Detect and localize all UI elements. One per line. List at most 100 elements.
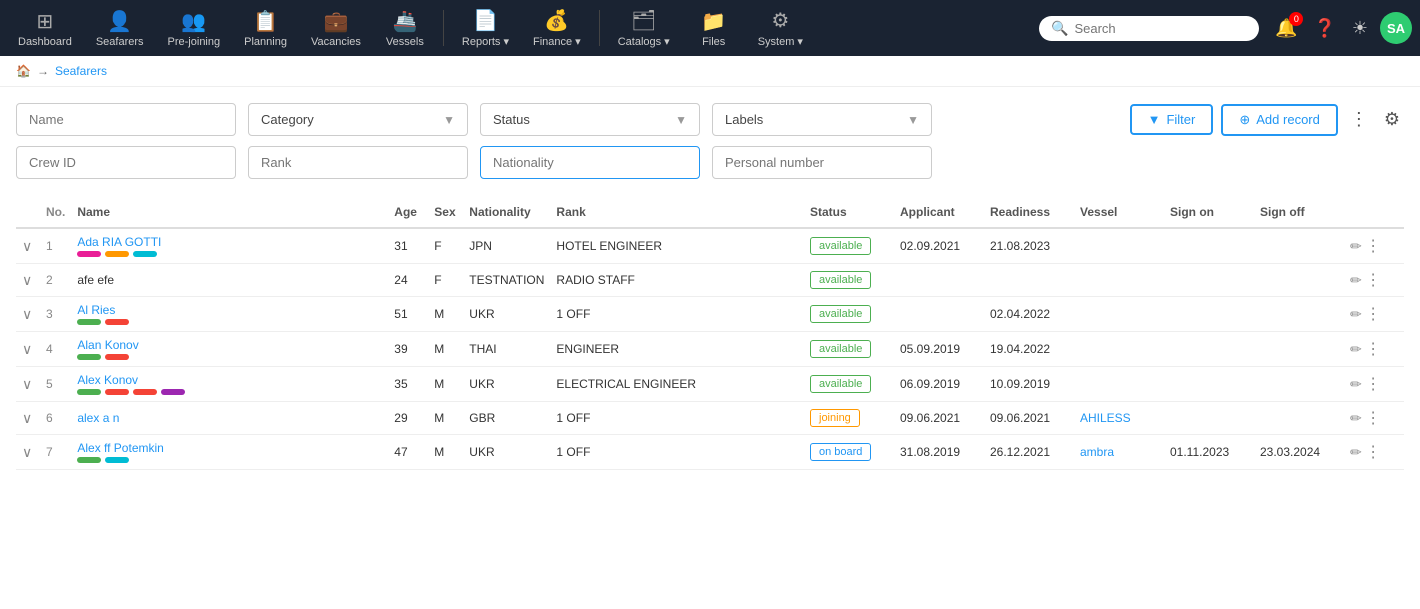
finance-icon: 💰 xyxy=(544,8,569,33)
edit-icon[interactable]: ✏ xyxy=(1350,306,1362,322)
row-more-icon[interactable]: ⋮ xyxy=(1365,444,1381,461)
row-sex: M xyxy=(428,435,463,470)
nav-reports[interactable]: 📄 Reports ▾ xyxy=(452,2,519,54)
prejoining-icon: 👥 xyxy=(181,9,206,34)
row-vessel xyxy=(1074,367,1164,402)
row-more-icon[interactable]: ⋮ xyxy=(1365,376,1381,393)
seafarer-name-link[interactable]: Ada RIA GOTTI xyxy=(77,235,382,249)
settings-sun-button[interactable]: ☀ xyxy=(1348,14,1372,43)
nav-vessels[interactable]: 🚢 Vessels xyxy=(375,3,435,54)
edit-icon[interactable]: ✏ xyxy=(1350,444,1362,460)
nav-planning[interactable]: 📋 Planning xyxy=(234,3,297,54)
user-avatar[interactable]: SA xyxy=(1380,12,1412,44)
row-actions: ✏ ⋮ xyxy=(1344,367,1404,402)
row-more-icon[interactable]: ⋮ xyxy=(1365,238,1381,255)
crewid-filter[interactable] xyxy=(16,146,236,179)
row-nationality: GBR xyxy=(463,402,550,435)
edit-icon[interactable]: ✏ xyxy=(1350,376,1362,392)
seafarer-name-link[interactable]: Al Ries xyxy=(77,303,382,317)
name-tag xyxy=(77,354,101,360)
more-options-button[interactable]: ⋮ xyxy=(1346,105,1372,134)
search-input[interactable] xyxy=(1074,21,1247,36)
notifications-bell[interactable]: 🔔 0 xyxy=(1271,14,1301,43)
top-navigation: ⊞ Dashboard 👤 Seafarers 👥 Pre-joining 📋 … xyxy=(0,0,1420,56)
row-signoff xyxy=(1254,332,1344,367)
filter-button[interactable]: ▼ Filter xyxy=(1130,104,1214,135)
row-more-icon[interactable]: ⋮ xyxy=(1365,341,1381,358)
table-row: ∨ 1 Ada RIA GOTTI 31 F JPN HOTEL ENGINEE… xyxy=(16,228,1404,264)
nav-catalogs[interactable]: 🗂 Catalogs ▾ xyxy=(608,2,680,54)
seafarer-name-link[interactable]: Alex ff Potemkin xyxy=(77,441,382,455)
rank-filter[interactable] xyxy=(248,146,468,179)
help-button[interactable]: ❓ xyxy=(1309,14,1339,43)
edit-icon[interactable]: ✏ xyxy=(1350,341,1362,357)
breadcrumb: 🏠 → Seafarers xyxy=(0,56,1420,87)
row-signoff xyxy=(1254,367,1344,402)
category-filter[interactable]: Category ▼ xyxy=(248,103,468,136)
row-expand-chevron[interactable]: ∨ xyxy=(16,297,40,332)
personalnumber-filter[interactable] xyxy=(712,146,932,179)
filter-actions: ▼ Filter ⊕ Add record ⋮ ⚙ xyxy=(1130,103,1404,136)
row-applicant: 09.06.2021 xyxy=(894,402,984,435)
nav-divider-1 xyxy=(443,10,444,46)
row-name-cell: Al Ries xyxy=(71,297,388,332)
row-vessel: ambra xyxy=(1074,435,1164,470)
row-expand-chevron[interactable]: ∨ xyxy=(16,332,40,367)
row-readiness: 10.09.2019 xyxy=(984,367,1074,402)
row-age: 29 xyxy=(388,402,428,435)
row-expand-chevron[interactable]: ∨ xyxy=(16,367,40,402)
name-filter[interactable] xyxy=(16,103,236,136)
th-signoff: Sign off xyxy=(1254,197,1344,228)
filter-button-label: Filter xyxy=(1166,112,1195,127)
nav-vacancies[interactable]: 💼 Vacancies xyxy=(301,3,371,54)
row-applicant: 02.09.2021 xyxy=(894,228,984,264)
table-row: ∨ 2 afe efe 24 F TESTNATION RADIO STAFF … xyxy=(16,264,1404,297)
row-expand-chevron[interactable]: ∨ xyxy=(16,402,40,435)
nav-system[interactable]: ⚙ System ▾ xyxy=(748,2,813,54)
row-expand-chevron[interactable]: ∨ xyxy=(16,435,40,470)
row-actions: ✏ ⋮ xyxy=(1344,228,1404,264)
row-name-cell: alex a n xyxy=(71,402,388,435)
nav-seafarers[interactable]: 👤 Seafarers xyxy=(86,3,154,54)
row-more-icon[interactable]: ⋮ xyxy=(1365,306,1381,323)
row-rank: ELECTRICAL ENGINEER xyxy=(550,367,804,402)
planning-icon: 📋 xyxy=(253,9,278,34)
labels-filter[interactable]: Labels ▼ xyxy=(712,103,932,136)
nav-files[interactable]: 📁 Files xyxy=(684,3,744,54)
status-filter[interactable]: Status ▼ xyxy=(480,103,700,136)
row-more-icon[interactable]: ⋮ xyxy=(1365,272,1381,289)
vessel-link[interactable]: ambra xyxy=(1080,445,1114,459)
row-vessel xyxy=(1074,332,1164,367)
seafarer-name-link[interactable]: Alex Konov xyxy=(77,373,382,387)
row-name-cell: Alan Konov xyxy=(71,332,388,367)
filter-icon: ▼ xyxy=(1148,112,1161,127)
name-tag xyxy=(77,457,101,463)
seafarer-name-link[interactable]: alex a n xyxy=(77,411,382,425)
edit-icon[interactable]: ✏ xyxy=(1350,410,1362,426)
nav-dashboard[interactable]: ⊞ Dashboard xyxy=(8,3,82,54)
row-more-icon[interactable]: ⋮ xyxy=(1365,410,1381,427)
nav-prejoining[interactable]: 👥 Pre-joining xyxy=(158,3,231,54)
gear-settings-button[interactable]: ⚙ xyxy=(1380,105,1404,134)
th-rank: Rank xyxy=(550,197,804,228)
nav-finance[interactable]: 💰 Finance ▾ xyxy=(523,2,591,54)
nav-system-label: System ▾ xyxy=(758,35,803,48)
nationality-filter[interactable] xyxy=(480,146,700,179)
breadcrumb-seafarers[interactable]: Seafarers xyxy=(55,64,107,78)
add-record-button[interactable]: ⊕ Add record xyxy=(1221,104,1338,136)
vessels-icon: 🚢 xyxy=(392,9,417,34)
row-expand-chevron[interactable]: ∨ xyxy=(16,264,40,297)
row-name-cell: Alex Konov xyxy=(71,367,388,402)
th-vessel: Vessel xyxy=(1074,197,1164,228)
home-icon[interactable]: 🏠 xyxy=(16,64,31,78)
row-status: available xyxy=(804,367,894,402)
seafarer-name-link[interactable]: Alan Konov xyxy=(77,338,382,352)
row-expand-chevron[interactable]: ∨ xyxy=(16,228,40,264)
vessel-link[interactable]: AHILESS xyxy=(1080,411,1131,425)
labels-filter-label: Labels xyxy=(725,112,763,127)
edit-icon[interactable]: ✏ xyxy=(1350,238,1362,254)
th-name: Name xyxy=(71,197,388,228)
edit-icon[interactable]: ✏ xyxy=(1350,272,1362,288)
th-actions xyxy=(1344,197,1404,228)
system-icon: ⚙ xyxy=(771,8,789,33)
